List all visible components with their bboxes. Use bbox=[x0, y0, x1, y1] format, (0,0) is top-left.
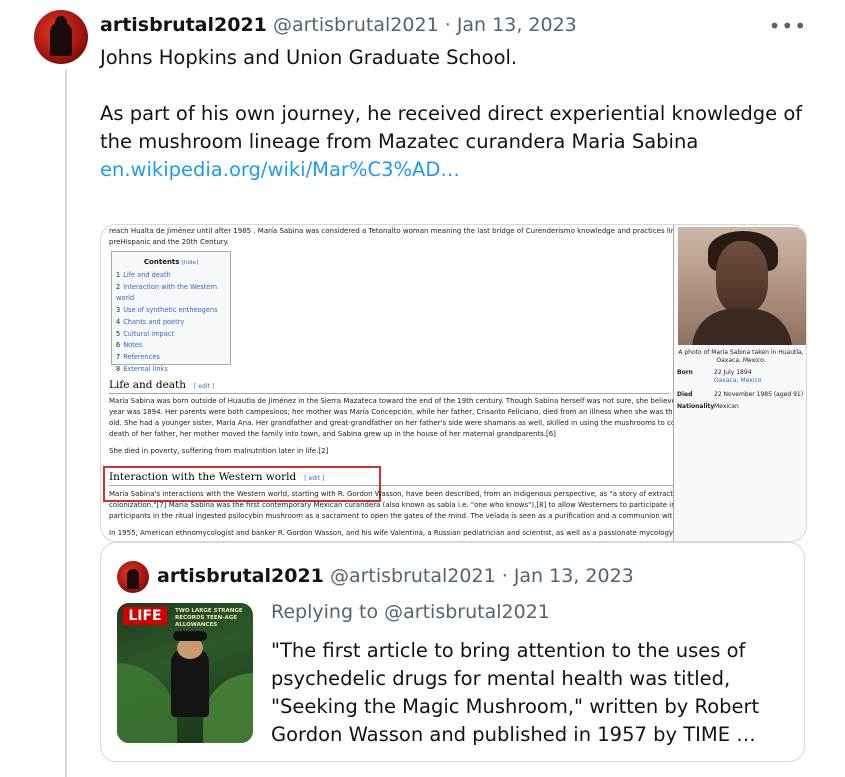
quote-thumbnail[interactable]: LIFE TWO LARGE STRANGE RECORDS TEEN-AGE … bbox=[117, 603, 253, 743]
tweet-date[interactable]: Jan 13, 2023 bbox=[457, 14, 577, 36]
toc-item-label[interactable]: Use of synthetic entheogens bbox=[123, 306, 217, 314]
life-logo: LIFE bbox=[123, 607, 167, 625]
toc-item-label[interactable]: External links bbox=[123, 365, 168, 373]
wiki-infobox: A photo of María Sabina taken in Huautla… bbox=[673, 225, 806, 541]
toc-item-number: 5 bbox=[116, 329, 121, 338]
toc-item-label[interactable]: Interaction with the Western world bbox=[116, 283, 217, 303]
section-life-title: Life and death[ edit ] bbox=[109, 379, 215, 391]
thumb-leaf-shape bbox=[117, 663, 177, 743]
nationality-label: Nationality bbox=[677, 403, 715, 410]
toc-list: 1 Life and death 2 Interaction with the Wes… bbox=[116, 270, 230, 375]
thumb-leaf-shape-2 bbox=[203, 673, 253, 743]
toc-item-number: 2 bbox=[116, 282, 121, 291]
quoted-tweet[interactable]: artisbrutal2021 @artisbrutal2021 · Jan 1… bbox=[100, 542, 805, 762]
quote-author-avatar[interactable] bbox=[117, 561, 149, 593]
photo-body-shape bbox=[692, 309, 792, 345]
toc-item-number: 6 bbox=[116, 341, 121, 350]
quote-avatar-shape bbox=[127, 569, 139, 589]
tweet-paragraph-2: As part of his own journey, he received … bbox=[100, 102, 803, 153]
wiki-intro: reach Hualta de Jiménez until after 1985… bbox=[109, 226, 691, 248]
quote-text: "The first article to bring attention to… bbox=[271, 639, 760, 746]
author-avatar[interactable] bbox=[34, 10, 88, 64]
wiki-intro-line1: reach Hualta de Jiménez until after 1985… bbox=[109, 227, 691, 235]
photo-caption: A photo of María Sabina taken in Huautla… bbox=[678, 349, 804, 364]
toc-item[interactable]: 8 External links bbox=[116, 364, 230, 376]
more-horizontal-icon[interactable]: ••• bbox=[769, 14, 807, 38]
died-value: 22 November 1985 (aged 91) bbox=[714, 391, 804, 398]
quote-author-name[interactable]: artisbrutal2021 bbox=[157, 565, 324, 587]
header-separator: · bbox=[444, 14, 451, 36]
tweet-text: Johns Hopkins and Union Graduate School.… bbox=[100, 44, 820, 184]
toc-item-number: 3 bbox=[116, 306, 121, 315]
toc-item[interactable]: 6 Notes bbox=[116, 340, 230, 352]
quote-header: artisbrutal2021 @artisbrutal2021 · Jan 1… bbox=[157, 565, 634, 587]
avatar-body-shape bbox=[50, 22, 72, 56]
cover-tagline: TWO LARGE STRANGE RECORDS TEEN-AGE ALLOW… bbox=[175, 608, 243, 628]
author-handle[interactable]: @artisbrutal2021 bbox=[273, 14, 439, 36]
quote-date[interactable]: Jan 13, 2023 bbox=[514, 565, 634, 587]
toc-item-number: 1 bbox=[116, 271, 121, 279]
toc-item[interactable]: 2 Interaction with the Western world bbox=[116, 282, 230, 305]
toc-item[interactable]: 5 Cultural impact bbox=[116, 329, 230, 341]
born-label: Born bbox=[677, 369, 693, 376]
thread-line bbox=[65, 70, 67, 777]
toc-item-label[interactable]: Chants and poetry bbox=[123, 318, 184, 326]
toc-item-label[interactable]: Notes bbox=[123, 341, 142, 349]
toc-item-label[interactable]: References bbox=[123, 353, 160, 361]
quote-separator: · bbox=[501, 565, 508, 587]
toc-item[interactable]: 1 Life and death bbox=[116, 270, 230, 282]
author-name[interactable]: artisbrutal2021 bbox=[100, 14, 267, 36]
toc-item[interactable]: 4 Chants and poetry bbox=[116, 317, 230, 329]
nationality-value: Mexican bbox=[714, 403, 739, 410]
attached-image[interactable]: reach Hualta de Jiménez until after 1985… bbox=[100, 224, 807, 542]
toc-title: Contents [hide] bbox=[143, 258, 199, 266]
toc-item[interactable]: 7 References bbox=[116, 352, 230, 364]
wiki-intro-line2: preHispanic and the 20th Century. bbox=[109, 238, 229, 246]
toc-item-number: 7 bbox=[116, 352, 121, 361]
toc-item[interactable]: 3 Use of synthetic entheogens bbox=[116, 305, 230, 317]
quote-author-handle[interactable]: @artisbrutal2021 bbox=[330, 565, 496, 587]
thumb-figure-hat bbox=[173, 631, 207, 641]
born-value: 22 July 1894 Oaxaca, Mexico bbox=[714, 369, 762, 384]
maria-sabina-photo bbox=[678, 227, 806, 345]
toc-item-label[interactable]: Life and death bbox=[123, 271, 171, 279]
photo-face-shape bbox=[716, 241, 768, 313]
toc-item-number: 8 bbox=[116, 364, 121, 373]
tweet-header: artisbrutal2021 @artisbrutal2021 · Jan 1… bbox=[100, 14, 577, 36]
tweet-link[interactable]: en.wikipedia.org/wiki/Mar%C3%AD… bbox=[100, 158, 460, 181]
toc-item-number: 4 bbox=[116, 317, 121, 326]
section-rule bbox=[109, 393, 669, 394]
replying-to: Replying to @artisbrutal2021 bbox=[271, 601, 550, 623]
wiki-toc: Contents [hide] 1 Life and death 2 Interact… bbox=[111, 251, 231, 373]
toc-item-label[interactable]: Cultural impact bbox=[123, 330, 174, 338]
tweet-line-1: Johns Hopkins and Union Graduate School. bbox=[100, 46, 518, 69]
edit-link[interactable]: [ edit ] bbox=[194, 383, 214, 390]
died-label: Died bbox=[677, 391, 693, 398]
